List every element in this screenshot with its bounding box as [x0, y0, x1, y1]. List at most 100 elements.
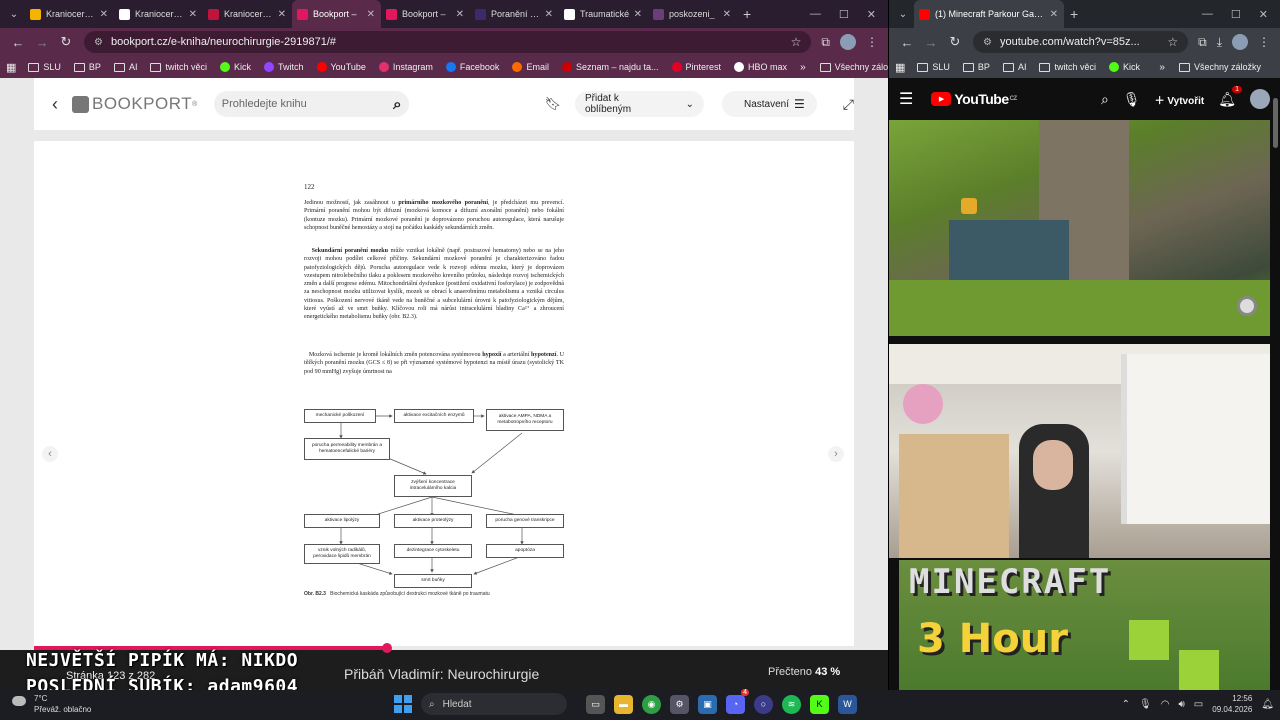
bookmarks-overflow[interactable]: »: [800, 62, 806, 73]
apps-grid-icon[interactable]: ▦: [895, 61, 905, 74]
bookmark-item[interactable]: Seznam – najdu ta...: [561, 62, 659, 72]
taskbar-search[interactable]: ⌕ Hledat: [421, 693, 567, 715]
file-explorer-icon[interactable]: ▬: [614, 694, 633, 714]
tab-search-icon[interactable]: ⌄: [3, 4, 25, 24]
next-page-icon[interactable]: ›: [828, 446, 844, 462]
bookmark-item[interactable]: Kick: [1108, 62, 1140, 72]
notifications-icon[interactable]: 🔔︎: [1261, 699, 1274, 710]
chevron-up-icon[interactable]: ⌃: [1122, 699, 1130, 710]
reading-progress-handle[interactable]: [381, 643, 392, 653]
youtube-logo[interactable]: ▶ YouTube CZ: [931, 91, 1017, 107]
add-favorite-button[interactable]: Přidat k oblíbeným ⌄: [575, 91, 704, 117]
menu-dots-icon[interactable]: ⋮: [866, 35, 878, 49]
avatar[interactable]: [1250, 89, 1270, 109]
search-icon[interactable]: ⌕: [1101, 91, 1109, 108]
extensions-icon[interactable]: ⧉: [1198, 35, 1207, 50]
kick-icon[interactable]: K: [810, 694, 829, 714]
apps-grid-icon[interactable]: ▦: [6, 61, 16, 74]
book-search-input[interactable]: Prohledejte knihu ⌕: [213, 91, 410, 117]
obs-icon[interactable]: ○: [754, 694, 773, 714]
bookmark-item[interactable]: AI: [1002, 62, 1026, 72]
new-tab-button[interactable]: +: [1070, 6, 1078, 22]
start-button[interactable]: [394, 695, 412, 713]
tab-close-icon[interactable]: ✕: [100, 9, 108, 20]
site-info-icon[interactable]: ⚙: [983, 37, 992, 48]
bookmark-item[interactable]: YouTube: [316, 62, 366, 72]
bookmark-item[interactable]: Pinterest: [671, 62, 721, 72]
download-icon[interactable]: ⤓: [1217, 35, 1222, 50]
tab-close-icon[interactable]: ✕: [1050, 9, 1058, 20]
bookmark-item[interactable]: twitch věci: [150, 62, 207, 72]
bookmark-star-icon[interactable]: ☆: [1167, 35, 1178, 49]
bookport-logo[interactable]: BOOKPORT ®: [72, 94, 198, 114]
minecraft-gameplay-video[interactable]: [889, 120, 1270, 336]
browser-tab[interactable]: poskozeni_ ✕: [648, 0, 737, 28]
url-field[interactable]: ⚙ youtube.com/watch?v=85z... ☆: [973, 31, 1189, 53]
bookmark-icon[interactable]: 🔖︎: [544, 96, 561, 112]
all-bookmarks[interactable]: Všechny záložky: [1178, 62, 1261, 72]
profile-avatar[interactable]: [840, 34, 856, 50]
settings-gear-icon[interactable]: [1237, 296, 1257, 316]
chrome-icon[interactable]: ◉: [642, 694, 661, 714]
tab-close-icon[interactable]: ✕: [278, 9, 286, 20]
url-field[interactable]: ⚙ bookport.cz/e-kniha/neurochirurgie-291…: [84, 31, 812, 53]
scrollbar[interactable]: [1273, 98, 1278, 148]
bookmark-item[interactable]: Instagram: [378, 62, 433, 72]
all-bookmarks[interactable]: Všechny záložky: [819, 62, 888, 72]
tab-close-icon[interactable]: ✕: [545, 9, 553, 20]
menu-dots-icon[interactable]: ⋮: [1258, 35, 1270, 49]
word-icon[interactable]: W: [838, 694, 857, 714]
notifications-bell-icon[interactable]: 🔔︎ 1: [1218, 85, 1242, 108]
search-icon[interactable]: ⌕: [393, 96, 401, 113]
tab-close-icon[interactable]: ✕: [367, 9, 375, 20]
tab-close-icon[interactable]: ✕: [723, 9, 731, 20]
minecraft-thumbnail[interactable]: MINECRAFT 3 Hour: [899, 560, 1270, 690]
battery-icon[interactable]: ▭: [1194, 699, 1203, 710]
bookmark-item[interactable]: Twitch: [263, 62, 304, 72]
extensions-icon[interactable]: ⧉: [821, 35, 830, 50]
create-button[interactable]: ＋ Vytvořit: [1155, 92, 1205, 107]
settings-gear-icon[interactable]: ⚙: [670, 694, 689, 714]
wifi-icon[interactable]: ◠: [1161, 699, 1170, 710]
new-tab-button[interactable]: +: [743, 6, 751, 22]
microphone-icon[interactable]: 🎙︎: [1139, 699, 1152, 710]
browser-tab[interactable]: (1) Minecraft Parkour Gameplay ✕: [914, 0, 1064, 28]
browser-tab[interactable]: Kraniocerebr ✕: [25, 0, 114, 28]
back-icon[interactable]: ←: [895, 35, 919, 50]
bookmark-item[interactable]: Kick: [219, 62, 251, 72]
clock[interactable]: 12:56 09.04.2026: [1212, 693, 1252, 715]
task-view-icon[interactable]: ▭: [586, 694, 605, 714]
bookmark-item[interactable]: BP: [962, 62, 990, 72]
minimize-icon[interactable]: —: [810, 8, 821, 21]
bookmark-item[interactable]: AI: [113, 62, 137, 72]
forward-icon[interactable]: →: [919, 35, 943, 50]
back-icon[interactable]: ←: [6, 35, 30, 50]
bookmark-item[interactable]: Email: [512, 62, 549, 72]
bookmark-item[interactable]: Facebook: [445, 62, 499, 72]
tab-search-icon[interactable]: ⌄: [892, 4, 914, 24]
minimize-icon[interactable]: —: [1202, 8, 1213, 21]
browser-tab[interactable]: Kraniocerebr ✕: [203, 0, 292, 28]
browser-tab[interactable]: Kraniocerebr ✕: [114, 0, 203, 28]
bookmark-item[interactable]: SLU: [917, 62, 950, 72]
tab-close-icon[interactable]: ✕: [189, 9, 197, 20]
tab-close-icon[interactable]: ✕: [456, 9, 464, 20]
maximize-icon[interactable]: ☐: [1231, 8, 1241, 21]
hamburger-icon[interactable]: ☰: [899, 89, 913, 109]
bookmark-item[interactable]: SLU: [28, 62, 61, 72]
fullscreen-icon[interactable]: ⤢: [843, 96, 854, 113]
browser-tab[interactable]: Bookport – ✕: [292, 0, 381, 28]
microphone-icon[interactable]: 🎙︎: [1123, 91, 1141, 108]
browser-tab[interactable]: Traumatické ✕: [559, 0, 648, 28]
forward-icon[interactable]: →: [30, 35, 54, 50]
back-arrow-icon[interactable]: ‹: [38, 94, 72, 115]
bookmark-item[interactable]: BP: [73, 62, 101, 72]
reload-icon[interactable]: ↻: [54, 34, 78, 50]
settings-button[interactable]: Nastavení ☰: [721, 91, 817, 117]
reload-icon[interactable]: ↻: [943, 34, 967, 50]
close-window-icon[interactable]: ✕: [867, 8, 876, 21]
site-info-icon[interactable]: ⚙: [94, 37, 103, 48]
discord-icon[interactable]: ◔ 4: [726, 688, 749, 714]
volume-icon[interactable]: 🔊︎: [1178, 699, 1184, 710]
browser-tab[interactable]: Bookport – ✕: [381, 0, 470, 28]
